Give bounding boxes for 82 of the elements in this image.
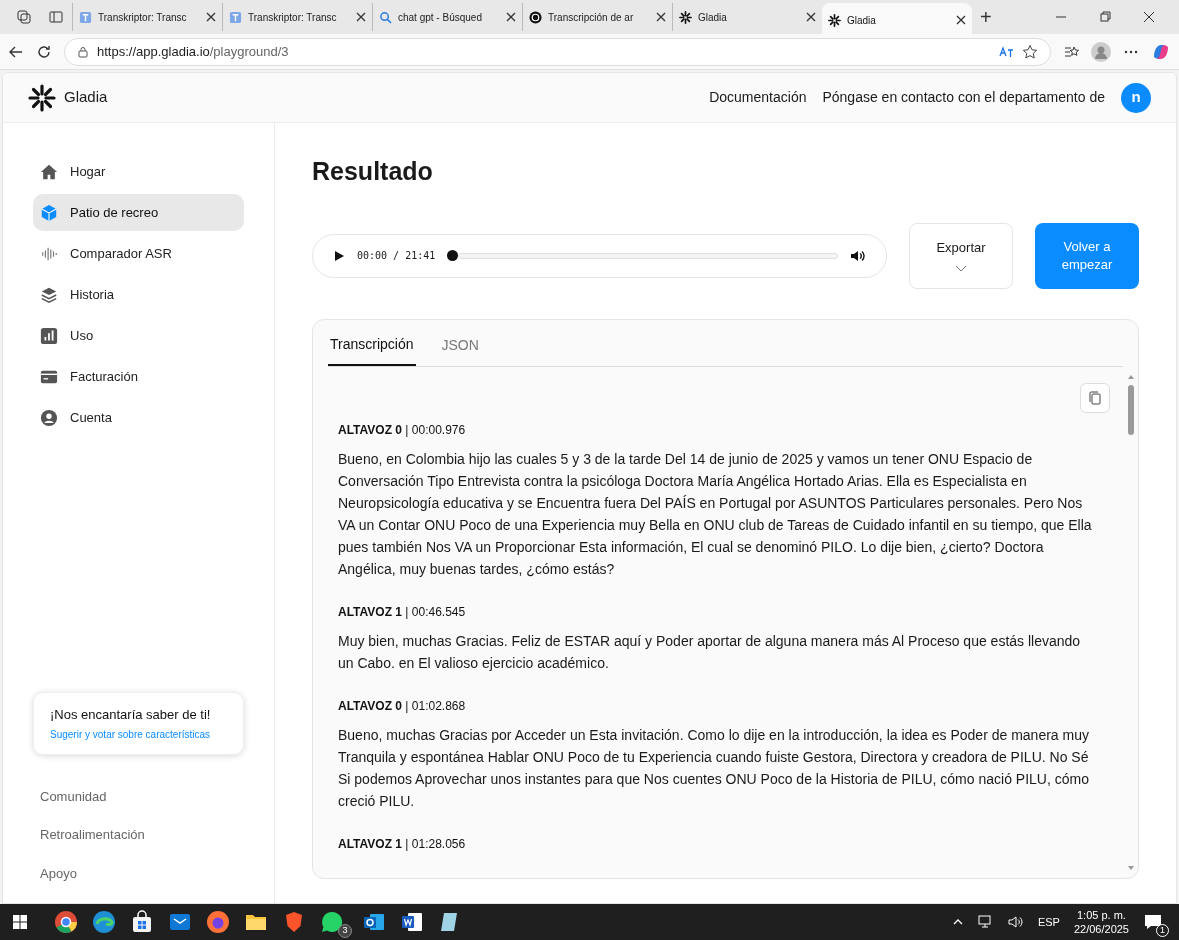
copy-button[interactable] (1080, 382, 1110, 413)
close-icon[interactable] (806, 12, 816, 22)
transcript-paragraph: Bueno, en Colombia hijo las cuales 5 y 3 de la tarde Del 14 de junio de 2025 y vamos un tener ONU Espacio de Conversación Tipo Entrevista contra la psicóloga Doctora María Angélica Hortado Arias. Ella es Especialista en Neuropsicología educativa y se Encuentra fuera Del PAÍS en Portugal por ASUNTOS Particulares personales. Pero Nos VA un Contar ONU Poco de una Experiencia muy Bella en ONU club de Tareas de Cuidado infantil en su tiempo, que Ella pues también Nos VA un Proporcionar Esta información, El cual se denominó PILO. Lo dije bien, ¿cierto? Doctora Angélica, muy buenas tardes, ¿cómo estás? (338, 449, 1093, 579)
document-icon (79, 10, 92, 24)
browser-tab[interactable]: Transkriptor: Transc (72, 3, 222, 31)
search-icon (379, 10, 392, 24)
brand-name: Gladia (64, 87, 108, 108)
close-icon (1143, 11, 1155, 23)
feature-vote-link[interactable]: Sugerir y votar sobre características (50, 726, 227, 742)
network-icon[interactable] (977, 914, 994, 930)
speaker-label: ALTAVOZ 0 | 01:02.868 (338, 697, 467, 715)
start-icon[interactable] (12, 914, 28, 930)
workspaces-icon (16, 9, 32, 25)
sidebar-item[interactable]: Hogar (33, 153, 244, 190)
gladia-logo-icon (28, 83, 56, 112)
browser-tab[interactable]: Transkriptor: Transc (222, 3, 372, 31)
panel-tab[interactable]: Transcripción (328, 327, 416, 366)
playback-time: 00:00 / 21:41 (357, 249, 436, 263)
browser-tab[interactable]: Gladia (822, 3, 972, 37)
word-icon[interactable] (400, 910, 424, 934)
footer-link[interactable]: Retroalimentación (40, 825, 237, 845)
panel-tab[interactable]: JSON (439, 327, 481, 366)
edge-icon[interactable] (92, 910, 116, 934)
notifications-icon[interactable] (1143, 912, 1163, 932)
export-button[interactable]: Exportar (909, 222, 1013, 289)
copy-icon (1089, 390, 1101, 405)
footer-link[interactable]: Comunidad (40, 786, 237, 806)
speaker-icon[interactable] (1007, 914, 1024, 930)
seek-thumb[interactable] (447, 250, 459, 261)
address-bar[interactable]: https://app.gladia.io/playground/3 (64, 37, 1051, 66)
transcript-paragraph: Bueno, muchas Gracias por Acceder un Esta invitación. Como lo dije en la introducción, la idea es Poder de manera muy Tranquila y espontánea Hablar ONU Poco de tu Experiencia cuando fuiste Gestora, Directora y creadora de PILU. No Sé Si podemos Aprovechar unos instantes para que Nos cuentes ONU Poco de la Historia de PILU, cómo nació PILU, cómo creció PILU. (338, 725, 1090, 811)
store-icon[interactable] (130, 910, 154, 934)
play-icon[interactable] (333, 249, 345, 262)
url-text: https://app.gladia.io/playground/3 (97, 42, 289, 61)
star-icon[interactable] (1022, 43, 1038, 60)
page-title: Resultado (312, 156, 434, 187)
user-icon (40, 408, 58, 427)
browser-tab[interactable]: chat gpt - Búsqued (372, 3, 522, 31)
close-icon[interactable] (206, 12, 216, 22)
ring-icon (529, 10, 542, 24)
close-icon[interactable] (356, 12, 366, 22)
scroll-thumb[interactable] (1128, 384, 1134, 435)
close-icon[interactable] (656, 12, 666, 22)
chat-icon[interactable] (320, 910, 344, 934)
sidebar-item[interactable]: Historia (33, 276, 244, 313)
speaker-label: ALTAVOZ 0 | 00:00.976 (338, 421, 467, 439)
speaker-label: ALTAVOZ 1 | 00:46.545 (338, 603, 467, 621)
bar-chart-icon (40, 326, 58, 345)
sidebar-item[interactable]: Cuenta (33, 399, 244, 436)
sidebar-item[interactable]: Facturación (33, 358, 244, 395)
close-icon[interactable] (956, 15, 966, 25)
feedback-title: ¡Nos encantaría saber de ti! (50, 706, 212, 724)
header-link[interactable]: Documentación (709, 87, 807, 108)
sidebar-item[interactable]: Comparador ASR (33, 235, 244, 272)
close-icon[interactable] (506, 12, 516, 22)
language-indicator[interactable]: ESP (1037, 913, 1060, 931)
reload-icon[interactable] (36, 43, 52, 60)
new-tab-button[interactable]: + (980, 2, 992, 32)
layers-icon (40, 285, 58, 304)
sidebar-item[interactable]: Patio de recreo (33, 194, 244, 231)
transcript-paragraph: Muy bien, muchas Gracias. Feliz de ESTAR aquí y Poder aportar de alguna manera más Al Proceso que estás llevando un Cabo. en El valioso ejercicio académico. (338, 631, 1082, 673)
clock[interactable]: 1:05 p. m. 22/06/2025 (1073, 908, 1129, 936)
browser-tab[interactable]: Transcripción de ar (522, 3, 672, 31)
footer-link[interactable]: Apoyo (40, 863, 237, 883)
chevron-down-icon (955, 265, 967, 274)
chrome-icon[interactable] (54, 910, 78, 934)
gladia-logo-icon (679, 10, 692, 24)
scroll-down-icon[interactable] (1127, 863, 1135, 872)
tab-actions-icon (48, 9, 64, 25)
sidebar-item[interactable]: Uso (33, 317, 244, 354)
lock-icon (77, 45, 89, 58)
gladia-logo-icon (828, 13, 841, 27)
restore-icon (1099, 11, 1111, 23)
speaker-label: ALTAVOZ 1 | 01:28.056 (338, 835, 467, 853)
cube-icon (40, 203, 58, 222)
header-link[interactable]: Póngase en contacto con el departamento de (822, 87, 1105, 108)
firefox-icon[interactable] (206, 910, 230, 934)
house-icon (40, 162, 58, 181)
notification-count: 1 (1156, 924, 1169, 937)
document-icon (229, 10, 242, 24)
notification-badge: 3 (338, 924, 352, 938)
profile-icon[interactable] (1091, 41, 1111, 62)
